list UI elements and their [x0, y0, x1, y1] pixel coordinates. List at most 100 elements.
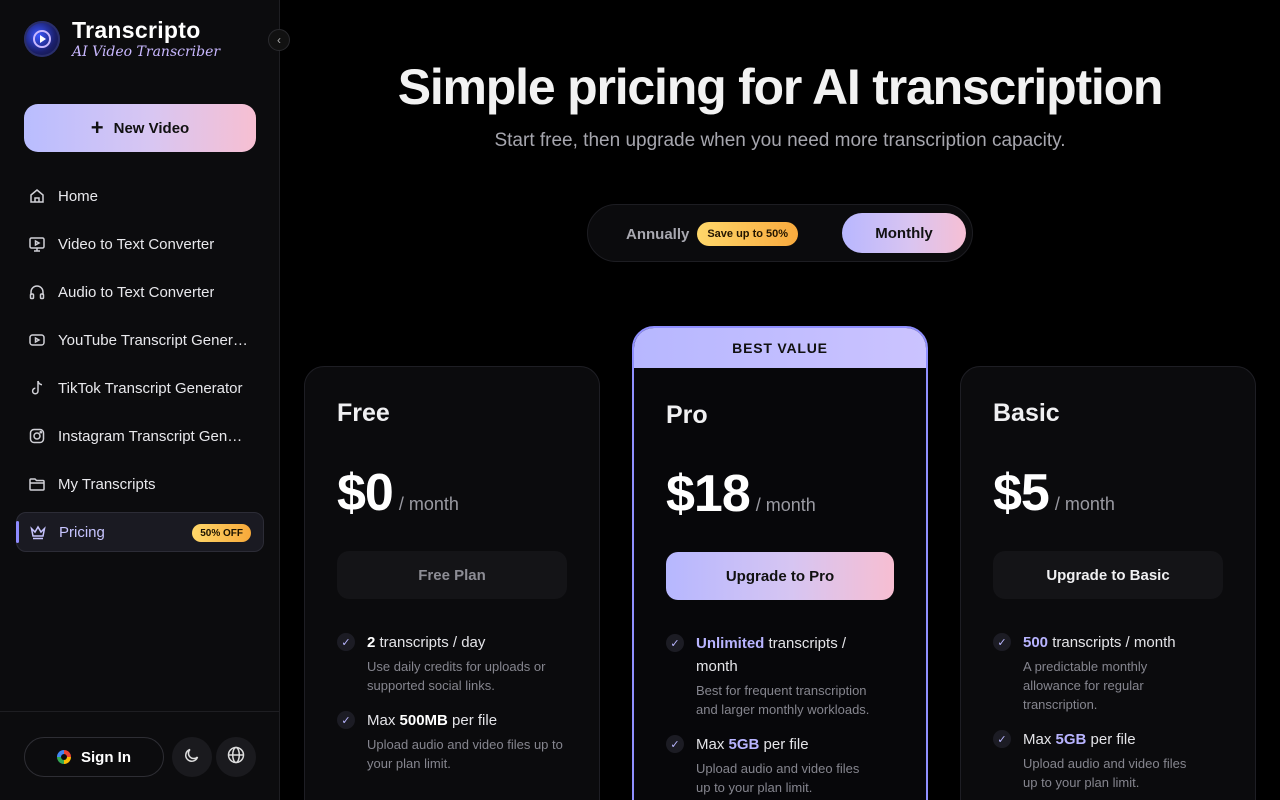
plus-icon: + [90, 115, 104, 140]
feature-list: ✓ 500 transcripts / month A predictable … [993, 631, 1203, 800]
feature-item: ✓ Max 5GB per file Upload audio and vide… [993, 728, 1203, 792]
sidebar-item-label: TikTok Transcript Generator [58, 379, 243, 397]
plan-card-pro: BEST VALUE Pro $18 / month Upgrade to Pr… [632, 326, 928, 800]
sidebar-item-tiktok[interactable]: TikTok Transcript Generator [16, 368, 264, 408]
brand-name: Transcripto [72, 17, 201, 43]
feature-item: ✓ Max 500MB per file Upload audio and vi… [337, 709, 573, 773]
upgrade-to-basic-button[interactable]: Upgrade to Basic [993, 551, 1223, 599]
tiktok-icon [28, 379, 46, 397]
page-subtitle: Start free, then upgrade when you need m… [494, 130, 1066, 151]
feature-item: ✓ Unlimited transcripts / month Best for… [666, 632, 874, 719]
sidebar-item-pricing[interactable]: Pricing 50% OFF [16, 512, 264, 552]
plan-name: Pro [666, 401, 708, 429]
feature-list: ✓ Unlimited transcripts / month Best for… [666, 632, 874, 800]
sidebar-item-video-to-text[interactable]: Video to Text Converter [16, 224, 264, 264]
price-period: / month [1054, 494, 1115, 514]
youtube-icon [28, 331, 46, 349]
check-icon: ✓ [993, 633, 1011, 651]
sidebar-item-my-transcripts[interactable]: My Transcripts [16, 464, 264, 504]
check-icon: ✓ [993, 730, 1011, 748]
sidebar-nav: Home Video to Text Converter Audio to Te… [16, 176, 264, 560]
logo-icon [24, 21, 60, 57]
feature-value: 500 [1023, 634, 1049, 651]
free-plan-button[interactable]: Free Plan [337, 551, 567, 599]
folder-icon [28, 475, 46, 493]
new-video-button[interactable]: + New Video [24, 104, 256, 152]
feature-text: per file [447, 712, 498, 729]
feature-list: ✓ 2 transcripts / day Use daily credits … [337, 631, 573, 787]
feature-text: per file [1086, 731, 1136, 748]
price-amount: $5 [993, 464, 1050, 522]
best-value-banner: BEST VALUE [634, 328, 926, 368]
sign-in-button[interactable]: Sign In [24, 737, 164, 777]
sidebar-item-label: Instagram Transcript Generator [58, 427, 250, 445]
save-badge: Save up to 50% [697, 222, 799, 246]
feature-description: Upload audio and video files up to your … [696, 761, 860, 795]
collapse-sidebar-button[interactable]: ‹ [268, 29, 290, 51]
sidebar-item-label: Audio to Text Converter [58, 283, 215, 301]
feature-item: ✓ Max 5GB per file Upload audio and vide… [666, 733, 874, 797]
sidebar: Transcripto AI Video Transcriber ‹ + New… [0, 0, 290, 800]
feature-description: Use daily credits for uploads or support… [367, 659, 546, 693]
feature-value: 5GB [728, 736, 760, 753]
sidebar-item-label: Pricing [59, 523, 105, 541]
feature-description: Best for frequent transcription and larg… [696, 683, 870, 717]
price-amount: $18 [666, 465, 751, 523]
plan-name: Basic [993, 399, 1060, 427]
annually-label: Annually [626, 225, 690, 243]
upgrade-to-pro-button[interactable]: Upgrade to Pro [666, 552, 894, 600]
price-period: / month [398, 494, 459, 514]
billing-period-toggle: Annually Save up to 50% Monthly [587, 204, 973, 262]
sidebar-item-audio-to-text[interactable]: Audio to Text Converter [16, 272, 264, 312]
sidebar-item-youtube[interactable]: YouTube Transcript Generator [16, 320, 264, 360]
google-icon [57, 750, 71, 764]
main-content: Simple pricing for AI transcription Star… [280, 0, 1280, 800]
feature-text: transcripts / day [375, 634, 486, 651]
plan-card-basic: Basic $5 / month Upgrade to Basic ✓ 500 … [960, 366, 1256, 800]
chevron-left-icon: ‹ [277, 33, 281, 47]
theme-toggle-button[interactable] [172, 737, 212, 777]
feature-value: Unlimited [696, 635, 765, 652]
feature-item: ✓ 500 transcripts / month A predictable … [993, 631, 1203, 714]
monitor-play-icon [28, 235, 46, 253]
billing-option-monthly[interactable]: Monthly [842, 213, 966, 253]
price-period: / month [755, 495, 816, 515]
sidebar-item-label: Home [58, 187, 99, 205]
sidebar-item-home[interactable]: Home [16, 176, 264, 216]
moon-icon [183, 746, 201, 769]
feature-description: Upload audio and video files up to your … [367, 737, 563, 771]
billing-option-annually[interactable]: Annually Save up to 50% [626, 222, 799, 246]
brand[interactable]: Transcripto AI Video Transcriber [24, 18, 220, 60]
plan-price: $18 / month [666, 464, 816, 524]
new-video-label: New Video [113, 119, 190, 137]
feature-item: ✓ 2 transcripts / day Use daily credits … [337, 631, 573, 695]
sidebar-item-label: Video to Text Converter [58, 235, 215, 253]
feature-text: per file [759, 736, 809, 753]
discount-badge: 50% OFF [192, 524, 251, 542]
sidebar-item-label: YouTube Transcript Generator [58, 331, 250, 349]
feature-description: A predictable monthly allowance for regu… [1023, 659, 1148, 712]
check-icon: ✓ [337, 633, 355, 651]
plan-price: $0 / month [337, 463, 459, 523]
globe-icon [226, 745, 246, 770]
check-icon: ✓ [337, 711, 355, 729]
feature-prefix: Max [696, 736, 729, 753]
check-icon: ✓ [666, 735, 684, 753]
headphones-icon [28, 283, 46, 301]
page-title: Simple pricing for AI transcription [397, 59, 1164, 115]
feature-value: 500MB [399, 712, 448, 729]
plan-name: Free [337, 399, 390, 427]
crown-icon [29, 523, 47, 541]
check-icon: ✓ [666, 634, 684, 652]
plan-price: $5 / month [993, 463, 1115, 523]
feature-text: transcripts / month [1048, 634, 1176, 651]
home-icon [28, 187, 46, 205]
sidebar-item-instagram[interactable]: Instagram Transcript Generator [16, 416, 264, 456]
sidebar-item-label: My Transcripts [58, 475, 156, 493]
instagram-icon [28, 427, 46, 445]
language-button[interactable] [216, 737, 256, 777]
feature-description: Upload audio and video files up to your … [1023, 756, 1187, 790]
brand-subtitle: AI Video Transcriber [72, 44, 221, 60]
feature-value: 5GB [1055, 731, 1087, 748]
plan-card-free: Free $0 / month Free Plan ✓ 2 transcript… [304, 366, 600, 800]
